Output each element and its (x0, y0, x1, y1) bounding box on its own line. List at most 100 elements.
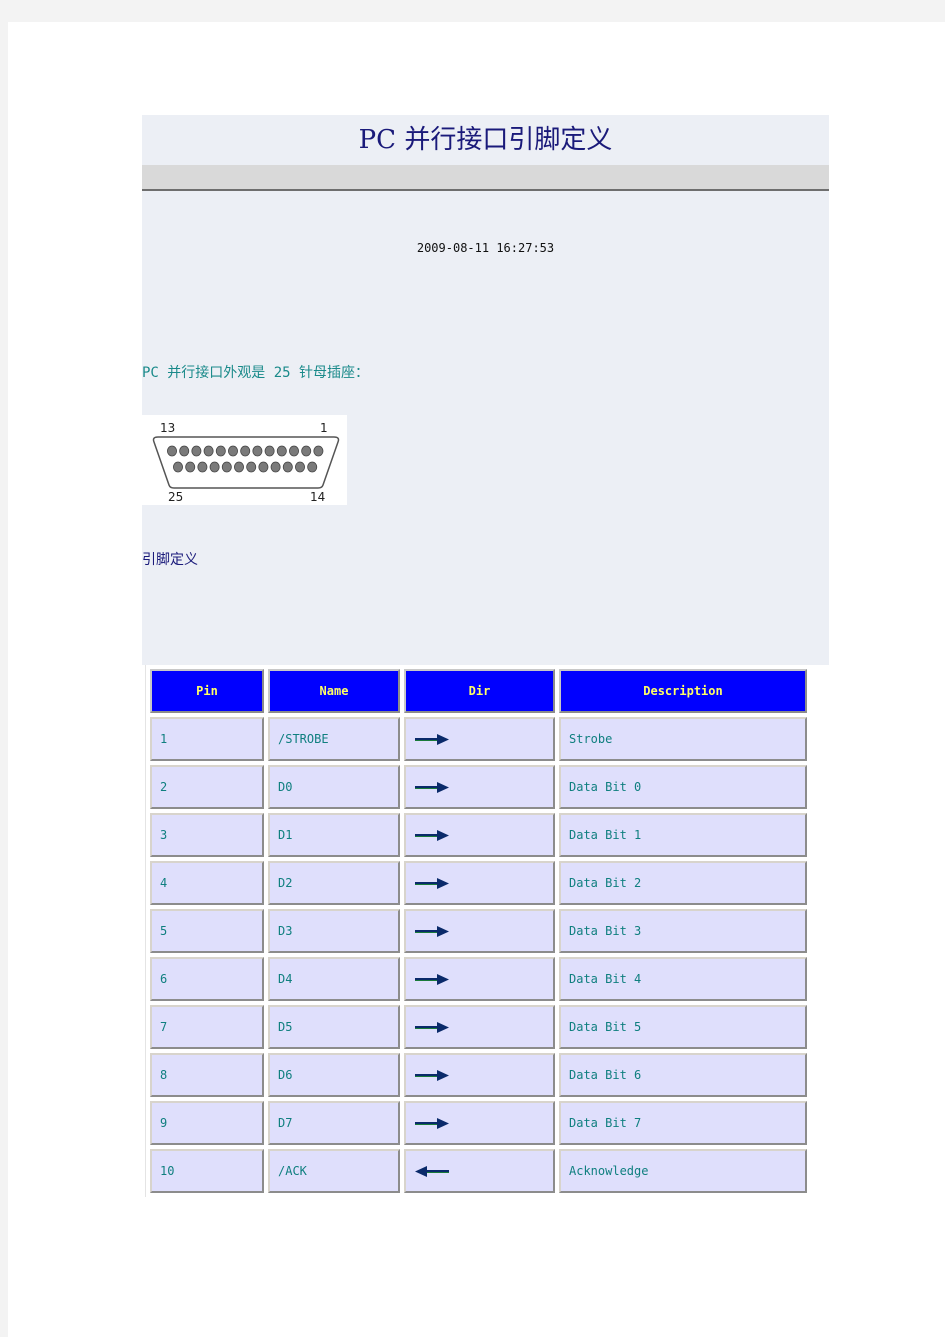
header-pin: Pin (150, 669, 264, 713)
connector-pin (209, 461, 220, 473)
connector-pin (307, 461, 318, 473)
cell-description: Data Bit 6 (559, 1053, 807, 1097)
cell-pin: 4 (150, 861, 264, 905)
connector-pin (270, 461, 281, 473)
section-label: 引脚定义 (142, 552, 198, 568)
cell-dir (404, 717, 555, 761)
cell-name: D5 (268, 1005, 400, 1049)
connector-pin (258, 461, 269, 473)
arrow-left-icon (414, 1165, 553, 1177)
cell-dir (404, 1101, 555, 1145)
timestamp: 2009-08-11 16:27:53 (416, 241, 555, 255)
connector-pin (185, 461, 196, 473)
cell-name: /ACK (268, 1149, 400, 1193)
cell-name: /STROBE (268, 717, 400, 761)
cell-description: Acknowledge (559, 1149, 807, 1193)
arrow-right-icon (414, 1021, 553, 1033)
table-row: 1/STROBE Strobe (150, 717, 807, 761)
arrow-right-icon (414, 973, 553, 985)
cell-description: Data Bit 0 (559, 765, 807, 809)
cell-pin: 8 (150, 1053, 264, 1097)
cell-name: D2 (268, 861, 400, 905)
header-dir: Dir (404, 669, 555, 713)
table-row: 3 D1 Data Bit 1 (150, 813, 807, 857)
cell-description: Data Bit 3 (559, 909, 807, 953)
arrow-right-icon (414, 1117, 553, 1129)
connector-label-13: 13 (160, 421, 175, 435)
connector-label-1: 1 (320, 421, 328, 435)
connector-pin (276, 445, 287, 457)
connector-pin (203, 445, 214, 457)
cell-dir (404, 1005, 555, 1049)
cell-name: D3 (268, 909, 400, 953)
header-name: Name (268, 669, 400, 713)
cell-name: D4 (268, 957, 400, 1001)
connector-pin (221, 461, 232, 473)
cell-description: Data Bit 5 (559, 1005, 807, 1049)
cell-pin: 2 (150, 765, 264, 809)
table-row: 5 D3 Data Bit 3 (150, 909, 807, 953)
cell-description: Data Bit 2 (559, 861, 807, 905)
cell-dir (404, 765, 555, 809)
cell-pin: 6 (150, 957, 264, 1001)
cell-description: Data Bit 7 (559, 1101, 807, 1145)
cell-pin: 7 (150, 1005, 264, 1049)
cell-dir (404, 909, 555, 953)
connector-pin (246, 461, 257, 473)
cell-dir (404, 861, 555, 905)
table-body: 1/STROBE Strobe 2 D0 Data Bit 0 3 D1 Data Bit 1… (150, 717, 807, 1193)
table-row: 8 D6 Data Bit 6 (150, 1053, 807, 1097)
connector-pin (215, 445, 226, 457)
connector-pin (294, 461, 305, 473)
arrow-right-icon (414, 1069, 553, 1081)
cell-dir (404, 1053, 555, 1097)
connector-pin (179, 445, 190, 457)
connector-pin (234, 461, 245, 473)
arrow-right-icon (414, 877, 553, 889)
cell-pin: 5 (150, 909, 264, 953)
connector-label-25: 25 (168, 490, 183, 504)
table-row: 9 D7 Data Bit 7 (150, 1101, 807, 1145)
cell-pin: 3 (150, 813, 264, 857)
table-row: 6 D4 Data Bit 4 (150, 957, 807, 1001)
arrow-right-icon (414, 829, 553, 841)
cell-dir (404, 957, 555, 1001)
connector-pin (197, 461, 208, 473)
connector-pin (252, 445, 263, 457)
cell-description: Data Bit 1 (559, 813, 807, 857)
connector-pin (282, 461, 293, 473)
connector-pin (228, 445, 239, 457)
connector-pin (166, 445, 177, 457)
table-row: 4 D2 Data Bit 2 (150, 861, 807, 905)
cell-dir (404, 1149, 555, 1193)
db25-connector-image: 13 1 25 14 (142, 415, 347, 505)
arrow-right-icon (414, 925, 553, 937)
pin-definition-table: Pin Name Dir Description 1/STROBE Strobe 2… (145, 665, 811, 1197)
table-row: 7 D5 Data Bit 5 (150, 1005, 807, 1049)
connector-pin (301, 445, 312, 457)
document-page: PC 并行接口引脚定义 2009-08-11 16:27:53 PC 并行接口外… (8, 22, 945, 1337)
connector-label-14: 14 (310, 490, 325, 504)
cell-pin: 9 (150, 1101, 264, 1145)
cell-name: D0 (268, 765, 400, 809)
cell-pin: 10 (150, 1149, 264, 1193)
header-description: Description (559, 669, 807, 713)
title-divider-bar (142, 165, 829, 191)
cell-name: D1 (268, 813, 400, 857)
page-title: PC 并行接口引脚定义 (358, 125, 613, 155)
intro-text: PC 并行接口外观是 25 针母插座： (142, 365, 370, 381)
cell-pin: 1 (150, 717, 264, 761)
cell-description: Data Bit 4 (559, 957, 807, 1001)
connector-pin (240, 445, 251, 457)
connector-pin (191, 445, 202, 457)
cell-description: Strobe (559, 717, 807, 761)
table-row: 10/ACK Acknowledge (150, 1149, 807, 1193)
connector-pin (288, 445, 299, 457)
connector-pin (172, 461, 183, 473)
cell-name: D6 (268, 1053, 400, 1097)
cell-name: D7 (268, 1101, 400, 1145)
db25-connector-drawing: 13 1 25 14 (152, 421, 340, 504)
article-panel: PC 并行接口引脚定义 2009-08-11 16:27:53 PC 并行接口外… (142, 115, 829, 665)
connector-pin (264, 445, 275, 457)
table-row: 2 D0 Data Bit 0 (150, 765, 807, 809)
